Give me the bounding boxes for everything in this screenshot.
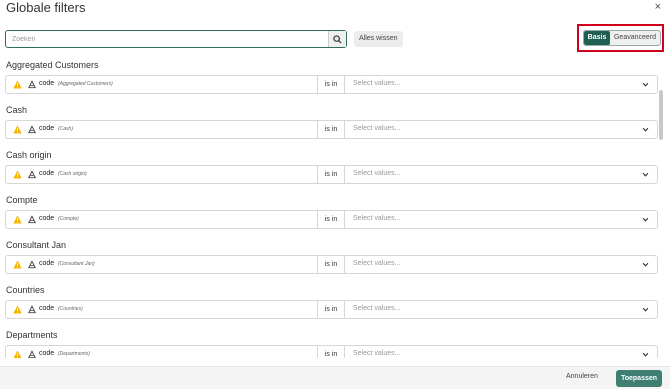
values-select[interactable]: Select values...	[353, 305, 400, 312]
dimension-field-icon	[28, 350, 36, 358]
chevron-down-icon[interactable]	[642, 81, 649, 88]
field-source: (Countries)	[58, 306, 83, 312]
chevron-down-icon[interactable]	[642, 126, 649, 133]
mode-basis-button[interactable]: Basis	[584, 31, 610, 45]
apply-button[interactable]: Toepassen	[616, 370, 662, 387]
warning-icon	[13, 125, 22, 134]
chevron-down-icon[interactable]	[642, 306, 649, 313]
values-select[interactable]: Select values...	[353, 80, 400, 87]
scrollbar-thumb[interactable]	[659, 90, 663, 140]
filter-group: Cash code (Cash) is in Select values...	[0, 101, 658, 146]
field-name: code	[39, 215, 55, 222]
field-source: (Departments)	[58, 351, 90, 357]
cancel-button[interactable]: Annuleren	[566, 373, 598, 380]
warning-icon	[13, 170, 22, 179]
dimension-field-icon	[28, 80, 36, 89]
field-name: code	[39, 170, 55, 177]
warning-icon	[13, 350, 22, 358]
search-button[interactable]	[328, 31, 346, 47]
filter-group-label: Countries	[6, 285, 45, 295]
chevron-down-icon[interactable]	[642, 216, 649, 223]
close-button[interactable]: ×	[655, 1, 661, 13]
dialog-header: Globale filters ×	[0, 0, 670, 20]
search-icon	[333, 34, 342, 44]
mode-advanced-button[interactable]: Geavanceerd	[610, 31, 660, 45]
search-input[interactable]	[6, 31, 328, 47]
field-source: (Aggregated Customers)	[58, 81, 113, 87]
dimension-field-icon	[28, 170, 36, 179]
operator-select[interactable]: is in	[317, 166, 345, 183]
values-select[interactable]: Select values...	[353, 170, 400, 177]
field-source: (Consultant Jan)	[58, 261, 95, 267]
values-select[interactable]: Select values...	[353, 260, 400, 267]
filter-toolbar: Alles wissen	[0, 28, 670, 54]
field-name: code	[39, 260, 55, 267]
filter-row: code (Cash) is in Select values...	[5, 120, 658, 139]
operator-select[interactable]: is in	[317, 301, 345, 318]
filter-group: Compte code (Compte) is in Select values…	[0, 191, 658, 236]
operator-select[interactable]: is in	[317, 76, 345, 93]
search-box	[5, 30, 347, 48]
filter-row: code (Countries) is in Select values...	[5, 300, 658, 319]
field-name: code	[39, 80, 55, 87]
dialog-title: Globale filters	[6, 0, 86, 15]
dimension-field-icon	[28, 305, 36, 314]
operator-select[interactable]: is in	[317, 256, 345, 273]
filter-group: Departments code (Departments) is in Sel…	[0, 326, 658, 358]
operator-select[interactable]: is in	[317, 121, 345, 138]
operator-select[interactable]: is in	[317, 346, 345, 358]
filter-group: Countries code (Countries) is in Select …	[0, 281, 658, 326]
values-select[interactable]: Select values...	[353, 125, 400, 132]
operator-select[interactable]: is in	[317, 211, 345, 228]
field-source: (Compte)	[58, 216, 79, 222]
values-select[interactable]: Select values...	[353, 350, 400, 357]
filter-row: code (Cash origin) is in Select values..…	[5, 165, 658, 184]
filter-group-label: Aggregated Customers	[6, 60, 99, 70]
filter-row: code (Aggregated Customers) is in Select…	[5, 75, 658, 94]
filter-group: Cash origin code (Cash origin) is in Sel…	[0, 146, 658, 191]
warning-icon	[13, 80, 22, 89]
field-source: (Cash origin)	[58, 171, 87, 177]
values-select[interactable]: Select values...	[353, 215, 400, 222]
warning-icon	[13, 260, 22, 269]
filter-group-label: Consultant Jan	[6, 240, 67, 250]
warning-icon	[13, 305, 22, 314]
field-name: code	[39, 125, 55, 132]
dimension-field-icon	[28, 215, 36, 224]
dimension-field-icon	[28, 260, 36, 269]
field-name: code	[39, 350, 55, 357]
filter-group: Consultant Jan code (Consultant Jan) is …	[0, 236, 658, 281]
global-filters-dialog: Globale filters × Alles wissen Basis Gea…	[0, 0, 670, 389]
clear-all-button[interactable]: Alles wissen	[354, 31, 403, 47]
filter-list: Aggregated Customers code (Aggregated Cu…	[0, 56, 658, 358]
dialog-footer: Annuleren Toepassen	[0, 366, 670, 389]
filter-group-label: Compte	[6, 195, 38, 205]
chevron-down-icon[interactable]	[642, 261, 649, 268]
chevron-down-icon[interactable]	[642, 351, 649, 358]
filter-group-label: Cash	[6, 105, 28, 115]
field-source: (Cash)	[58, 126, 74, 132]
dimension-field-icon	[28, 125, 36, 134]
filter-row: code (Departments) is in Select values..…	[5, 345, 658, 358]
mode-toggle: Basis Geavanceerd	[583, 30, 661, 46]
field-name: code	[39, 305, 55, 312]
chevron-down-icon[interactable]	[642, 171, 649, 178]
filter-group: Aggregated Customers code (Aggregated Cu…	[0, 56, 658, 101]
filter-group-label: Departments	[6, 330, 58, 340]
filter-group-label: Cash origin	[6, 150, 52, 160]
warning-icon	[13, 215, 22, 224]
filter-row: code (Compte) is in Select values...	[5, 210, 658, 229]
filter-row: code (Consultant Jan) is in Select value…	[5, 255, 658, 274]
